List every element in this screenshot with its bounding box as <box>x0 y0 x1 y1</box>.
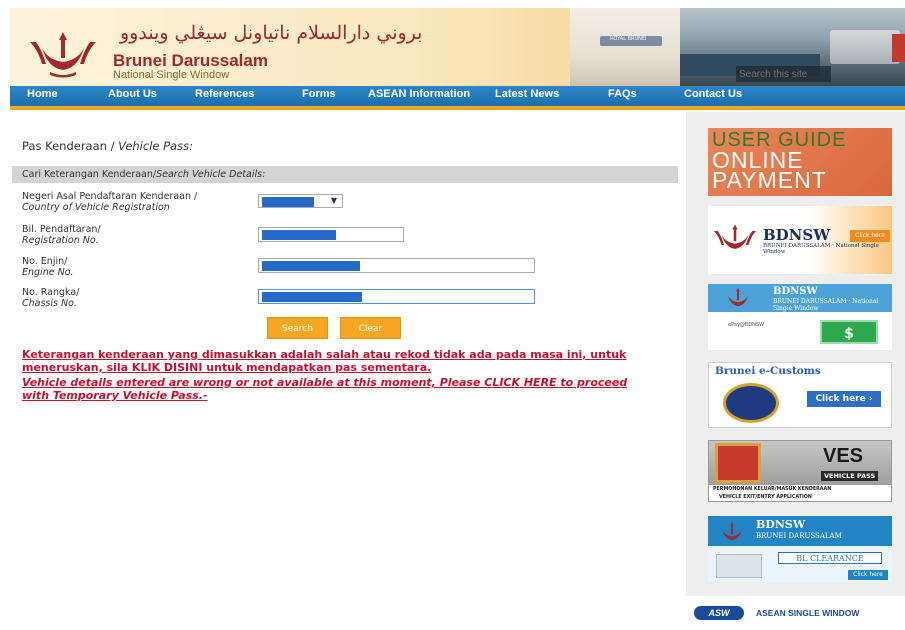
main-nav: Home About Us References Forms ASEAN Inf… <box>10 86 905 106</box>
asw-text: ASEAN SINGLE WINDOW <box>756 608 860 618</box>
brunei-crest-icon <box>713 224 757 249</box>
nav-about-us[interactable]: About Us <box>108 88 157 100</box>
bl-bdnsw-subtitle: BRUNEI DARUSSALAM <box>756 532 842 540</box>
ves-line1: PERMOHONAN KELUAR/MASUK KENDERAAN <box>713 487 832 492</box>
chassis-label: No. Rangka/ Chassis No. <box>22 287 79 309</box>
user-guide-text: USER GUIDE ONLINE PAYMENT <box>712 130 846 193</box>
search-section-en: Search Vehicle Details: <box>156 169 266 180</box>
page-title-ms: Pas Kenderaan / <box>22 139 119 153</box>
nav-divider <box>10 106 905 110</box>
bl-click-here[interactable]: Click here <box>848 570 888 580</box>
chassis-label-ms: No. Rangka/ <box>22 287 80 298</box>
bdnsw-subtitle: BRUNEI DARUSSALAM · National Single Wind… <box>763 243 879 255</box>
header-photo-plane: ROYAL BRUNEI <box>570 8 680 86</box>
site-header: بروني دارالسلام ناتياونل سيڠلي ويندوو Br… <box>10 8 905 86</box>
redacted-value <box>262 261 360 271</box>
redacted-value <box>262 197 314 207</box>
ecustoms-logo-icon <box>723 383 779 423</box>
site-search-input[interactable] <box>736 66 831 82</box>
country-label-ms: Negeri Asal Pendaftaran Kenderaan / <box>22 191 198 202</box>
page-title-en: Vehicle Pass: <box>118 139 193 153</box>
nav-latest-news[interactable]: Latest News <box>495 88 559 100</box>
plane-tag: ROYAL BRUNEI <box>610 36 647 42</box>
nav-faqs[interactable]: FAQs <box>608 88 637 100</box>
nav-references[interactable]: References <box>195 88 254 100</box>
brand-subtitle: National Single Window <box>113 69 230 81</box>
epay-bdnsw-title: BDNSW <box>773 286 818 297</box>
bdnsw-banner[interactable]: BDNSW BRUNEI DARUSSALAM · National Singl… <box>708 206 892 274</box>
brand-title: Brunei Darussalam <box>113 51 268 70</box>
user-guide-online-payment-banner[interactable]: USER GUIDE ONLINE PAYMENT <box>708 128 892 196</box>
bdnsw-title: BDNSW <box>763 226 831 244</box>
notice-en-line2[interactable]: with Temporary Vehicle Pass.- <box>22 389 672 402</box>
bl-clearance-banner[interactable]: BDNSW BRUNEI DARUSSALAM BL CLEARANCE Cli… <box>708 516 892 582</box>
arabic-site-title: بروني دارالسلام ناتياونل سيڠلي ويندوو <box>120 22 423 44</box>
bl-clearance-label: BL CLEARANCE <box>778 552 882 564</box>
page: بروني دارالسلام ناتياونل سيڠلي ويندوو Br… <box>0 0 905 630</box>
page-title: Pas Kenderaan / Vehicle Pass: <box>22 139 193 153</box>
epay-bdnsw-subtitle: BRUNEI DARUSSALAM · National Single Wind… <box>773 298 879 312</box>
registration-input[interactable] <box>258 227 404 242</box>
nav-forms[interactable]: Forms <box>302 88 336 100</box>
brunei-crest-icon <box>727 287 749 307</box>
redacted-value <box>262 230 336 240</box>
money-icon: $ <box>820 320 878 344</box>
bdnsw-click-here[interactable]: Click here <box>850 230 890 242</box>
country-select[interactable]: ▼ <box>258 194 343 208</box>
notice-en-line1[interactable]: Vehicle details entered are wrong or not… <box>22 376 672 389</box>
notice-ms-line1[interactable]: Keterangan kenderaan yang dimasukkan ada… <box>22 348 672 361</box>
brunei-crest-icon <box>721 521 743 541</box>
chassis-input[interactable] <box>258 289 535 304</box>
bl-bdnsw-title: BDNSW <box>756 518 806 531</box>
registration-label: Bil. Pendaftaran/ Registration No. <box>22 224 101 246</box>
epay-banner-top: BDNSW BRUNEI DARUSSALAM · National Singl… <box>708 284 892 312</box>
asean-single-window-link[interactable]: ASW ASEAN SINGLE WINDOW <box>686 596 905 630</box>
epay-bdnsw-banner[interactable]: BDNSW BRUNEI DARUSSALAM · National Singl… <box>708 284 892 350</box>
registration-label-en: Registration No. <box>22 235 99 246</box>
country-label-en: Country of Vehicle Registration <box>22 202 170 213</box>
nav-contact-us[interactable]: Contact Us <box>684 88 742 100</box>
truck-cab-image <box>892 34 905 62</box>
chevron-down-icon: ▼ <box>330 196 337 205</box>
engine-input[interactable] <box>258 258 535 273</box>
asw-logo-icon: ASW <box>694 606 744 620</box>
search-button[interactable]: Search <box>267 317 328 339</box>
nav-home[interactable]: Home <box>27 88 58 100</box>
customs-emblem-icon <box>715 443 761 483</box>
ves-title: VES <box>823 445 864 467</box>
brunei-crest-icon <box>30 32 96 78</box>
chassis-label-en: Chassis No. <box>22 298 77 309</box>
tanker-truck-image <box>830 30 900 64</box>
nav-asean-information[interactable]: ASEAN Information <box>368 88 470 100</box>
header-photo-port <box>680 8 905 86</box>
sidebar: USER GUIDE ONLINE PAYMENT BDNSW BRUNEI D… <box>686 112 905 630</box>
documents-icon <box>716 554 762 578</box>
ves-vehicle-pass-banner[interactable]: VES VEHICLE PASS PERMOHONAN KELUAR/MASUK… <box>708 440 892 502</box>
search-section-ms: Cari Keterangan Kenderaan/ <box>22 169 157 180</box>
epay-label: ePay@BDNSW <box>728 322 765 328</box>
clear-button[interactable]: Clear <box>340 317 401 339</box>
redacted-value <box>262 292 362 302</box>
notice-ms-line2[interactable]: meneruskan, sila KLIK DISINI untuk menda… <box>22 361 672 374</box>
ecustoms-click-here[interactable]: Click here › <box>807 391 881 407</box>
engine-label-en: Engine No. <box>22 267 74 278</box>
brunei-ecustoms-banner[interactable]: Brunei e-Customs Click here › <box>708 362 892 428</box>
country-label: Negeri Asal Pendaftaran Kenderaan / Coun… <box>22 191 197 213</box>
engine-label-ms: No. Enjin/ <box>22 256 68 267</box>
registration-label-ms: Bil. Pendaftaran/ <box>22 224 101 235</box>
ecustoms-title: Brunei e-Customs <box>715 365 821 377</box>
bl-banner-top: BDNSW BRUNEI DARUSSALAM <box>708 516 892 546</box>
user-guide-line3: PAYMENT <box>712 167 827 193</box>
engine-label: No. Enjin/ Engine No. <box>22 256 74 278</box>
search-section-header: Cari Keterangan Kenderaan/Search Vehicle… <box>12 166 678 183</box>
ves-vehicle-pass: VEHICLE PASS <box>821 471 879 481</box>
ves-line2: VEHICLE EXIT/ENTRY APPLICATION <box>719 495 812 500</box>
